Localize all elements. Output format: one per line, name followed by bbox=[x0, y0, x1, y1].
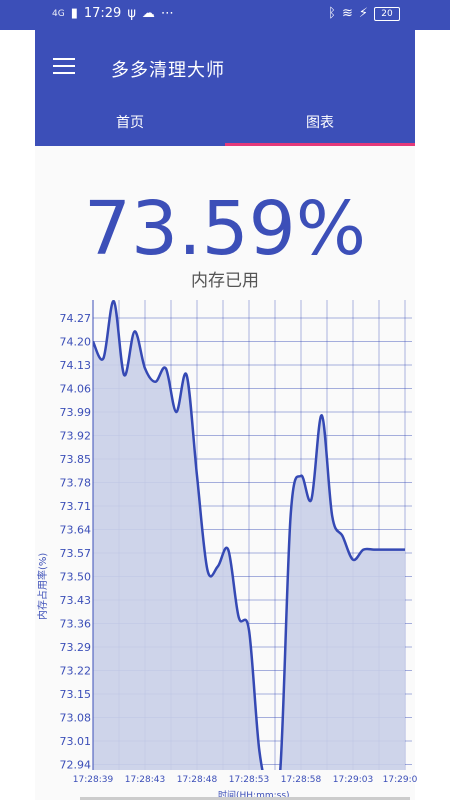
y-tick-label: 74.06 bbox=[60, 383, 92, 396]
y-tick-label: 73.36 bbox=[60, 618, 92, 631]
y-tick-label: 73.78 bbox=[60, 477, 92, 490]
x-tick-label: 17:28:53 bbox=[229, 775, 269, 785]
y-tick-label: 73.15 bbox=[60, 688, 92, 701]
y-tick-label: 73.29 bbox=[60, 641, 92, 654]
y-tick-label: 73.85 bbox=[60, 453, 92, 466]
y-tick-label: 73.64 bbox=[60, 524, 92, 537]
y-tick-label: 73.99 bbox=[60, 406, 92, 419]
x-tick-label: 17:29:0 bbox=[383, 775, 418, 785]
y-tick-label: 73.50 bbox=[60, 571, 92, 584]
y-tick-label: 74.13 bbox=[60, 359, 92, 372]
y-tick-label: 73.71 bbox=[60, 500, 92, 513]
y-tick-label: 73.43 bbox=[60, 594, 92, 607]
x-tick-label: 17:29:03 bbox=[333, 775, 373, 785]
x-tick-label: 17:28:48 bbox=[177, 775, 218, 785]
y-tick-label: 73.08 bbox=[60, 712, 92, 725]
y-tick-label: 73.57 bbox=[60, 547, 92, 560]
y-tick-label: 72.94 bbox=[60, 759, 92, 772]
y-tick-label: 73.92 bbox=[60, 430, 92, 443]
y-tick-label: 74.20 bbox=[60, 336, 92, 349]
y-tick-label: 74.27 bbox=[60, 312, 92, 325]
memory-chart: 74.27 74.20 74.13 74.06 73.99 73.92 73.85 73.78… bbox=[60, 300, 418, 785]
y-tick-label: 73.01 bbox=[60, 735, 92, 748]
y-axis-label: 内存占用率(%) bbox=[38, 552, 49, 620]
x-tick-label: 17:28:39 bbox=[73, 775, 114, 785]
x-tick-label: 17:28:43 bbox=[125, 775, 165, 785]
y-tick-label: 73.22 bbox=[60, 665, 92, 678]
x-tick-label: 17:28:58 bbox=[281, 775, 322, 785]
